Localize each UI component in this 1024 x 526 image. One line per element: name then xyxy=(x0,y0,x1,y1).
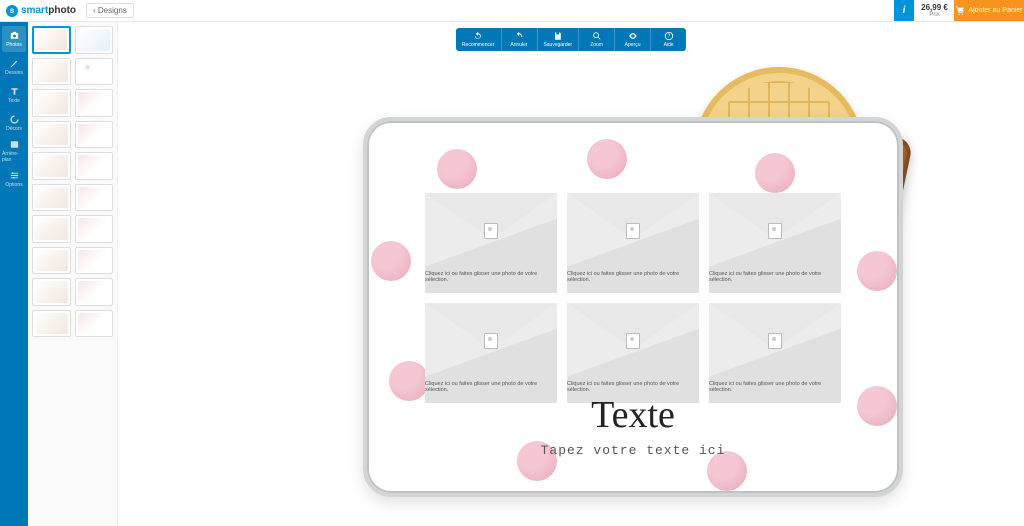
tool-undo[interactable]: Annuler xyxy=(500,28,536,51)
glitter-dot xyxy=(857,251,897,291)
logo-text-brand: smart xyxy=(21,5,48,16)
info-button[interactable]: i xyxy=(894,0,914,21)
nav-text[interactable]: Texte xyxy=(2,82,26,108)
tool-save[interactable]: Sauvegarder xyxy=(536,28,578,51)
design-thumbnail[interactable] xyxy=(32,121,71,149)
design-thumbnail[interactable] xyxy=(75,58,114,86)
camera-icon xyxy=(9,30,20,41)
design-thumbnail[interactable] xyxy=(75,278,114,306)
design-thumbnails-panel xyxy=(28,22,118,526)
image-icon xyxy=(9,139,20,150)
design-thumbnail[interactable] xyxy=(32,89,71,117)
tin-canvas[interactable]: Cliquez ici ou faites glisser une photo … xyxy=(363,117,903,497)
photo-icon xyxy=(626,223,640,239)
price-label: Prix xyxy=(929,12,939,18)
design-thumbnail[interactable] xyxy=(75,26,114,54)
photo-placeholder[interactable]: Cliquez ici ou faites glisser une photo … xyxy=(425,303,557,403)
eye-icon xyxy=(628,31,638,41)
price-value: 26,99 € xyxy=(921,3,948,12)
nav-label: Texte xyxy=(8,98,20,104)
glitter-dot xyxy=(755,153,795,193)
photo-icon xyxy=(484,223,498,239)
design-thumbnail[interactable] xyxy=(32,278,71,306)
side-nav: Photos Dessins Texte Décors Arrière-plan… xyxy=(0,22,28,526)
save-icon xyxy=(553,31,563,41)
design-thumbnail[interactable] xyxy=(75,121,114,149)
design-thumbnail[interactable] xyxy=(32,152,71,180)
design-thumbnail[interactable] xyxy=(32,247,71,275)
logo-badge-icon: s xyxy=(6,5,18,17)
glitter-dot xyxy=(857,386,897,426)
photo-placeholder-grid: Cliquez ici ou faites glisser une photo … xyxy=(425,193,841,403)
swirl-icon xyxy=(9,114,20,125)
refresh-icon xyxy=(473,31,483,41)
tool-help[interactable]: ?Aide xyxy=(650,28,686,51)
design-thumbnail[interactable] xyxy=(75,215,114,243)
cart-label: Ajouter au Panier xyxy=(968,7,1022,14)
tool-restart[interactable]: Recommencer xyxy=(456,28,501,51)
cart-icon xyxy=(955,6,965,16)
design-thumbnail[interactable] xyxy=(32,215,71,243)
logo: s smartphoto xyxy=(0,5,82,17)
glitter-dot xyxy=(371,241,411,281)
tool-preview[interactable]: Aperçu xyxy=(614,28,650,51)
tool-zoom[interactable]: Zoom xyxy=(578,28,614,51)
glitter-dot xyxy=(389,361,429,401)
design-subtitle-text[interactable]: Tapez votre texte ici xyxy=(541,443,726,458)
nav-label: Décors xyxy=(6,126,22,132)
design-thumbnail[interactable] xyxy=(75,184,114,212)
price-display: 26,99 € Prix xyxy=(914,0,954,21)
help-icon: ? xyxy=(664,31,674,41)
photo-placeholder[interactable]: Cliquez ici ou faites glisser une photo … xyxy=(567,193,699,293)
app-header: s smartphoto ‹ Designs i 26,99 € Prix Aj… xyxy=(0,0,1024,22)
nav-decor[interactable]: Décors xyxy=(2,110,26,136)
photo-placeholder[interactable]: Cliquez ici ou faites glisser une photo … xyxy=(567,303,699,403)
nav-options[interactable]: Options xyxy=(2,166,26,192)
nav-label: Options xyxy=(5,182,22,188)
photo-icon xyxy=(768,333,782,349)
design-thumbnail[interactable] xyxy=(32,310,71,338)
glitter-dot xyxy=(437,149,477,189)
photo-placeholder[interactable]: Cliquez ici ou faites glisser une photo … xyxy=(425,193,557,293)
nav-label: Photos xyxy=(6,42,22,48)
nav-background[interactable]: Arrière-plan xyxy=(2,138,26,164)
design-thumbnail[interactable] xyxy=(32,184,71,212)
canvas-area: Recommencer Annuler Sauvegarder Zoom Ape… xyxy=(118,22,1024,526)
design-thumbnail[interactable] xyxy=(32,26,71,54)
text-icon xyxy=(9,86,20,97)
design-thumbnail[interactable] xyxy=(75,310,114,338)
pencil-icon xyxy=(9,58,20,69)
editor-toolbar: Recommencer Annuler Sauvegarder Zoom Ape… xyxy=(456,28,686,51)
photo-icon xyxy=(768,223,782,239)
photo-icon xyxy=(484,333,498,349)
photo-placeholder[interactable]: Cliquez ici ou faites glisser une photo … xyxy=(709,193,841,293)
sliders-icon xyxy=(9,170,20,181)
glitter-dot xyxy=(587,139,627,179)
nav-photos[interactable]: Photos xyxy=(2,26,26,52)
photo-placeholder[interactable]: Cliquez ici ou faites glisser une photo … xyxy=(709,303,841,403)
photo-icon xyxy=(626,333,640,349)
design-thumbnail[interactable] xyxy=(75,152,114,180)
nav-label: Dessins xyxy=(5,70,23,76)
add-to-cart-button[interactable]: Ajouter au Panier xyxy=(954,0,1024,21)
undo-icon xyxy=(514,31,524,41)
design-thumbnail[interactable] xyxy=(75,89,114,117)
svg-text:?: ? xyxy=(667,34,670,40)
logo-text-suffix: photo xyxy=(48,5,76,16)
zoom-icon xyxy=(592,31,602,41)
nav-drawings[interactable]: Dessins xyxy=(2,54,26,80)
nav-label: Arrière-plan xyxy=(2,151,26,163)
design-thumbnail[interactable] xyxy=(32,58,71,86)
design-thumbnail[interactable] xyxy=(75,247,114,275)
back-to-designs-button[interactable]: ‹ Designs xyxy=(86,3,134,18)
design-title-text[interactable]: Texte xyxy=(591,393,675,437)
